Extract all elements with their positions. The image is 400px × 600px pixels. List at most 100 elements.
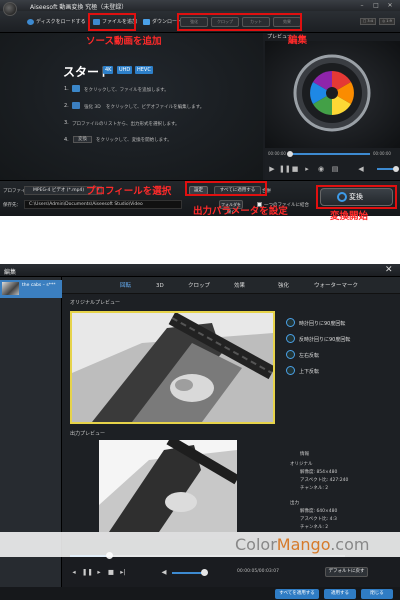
preview-player: 00:00:00 00:00:00 ▶ ❚❚ ■ ▸ ◉ ▤ ◀ bbox=[265, 148, 400, 180]
step-text: をクリックして、ファイルを追加します。 bbox=[84, 88, 169, 93]
watermark-text: ColorMango.com bbox=[235, 532, 369, 557]
next-frame-icon[interactable]: ▸ bbox=[95, 568, 103, 576]
watermark-part: Color bbox=[235, 535, 277, 554]
video-thumbnail bbox=[2, 282, 19, 295]
flip-vertical-icon[interactable] bbox=[286, 366, 295, 375]
rotate-cw-icon[interactable] bbox=[286, 318, 295, 327]
rotate-ccw-label[interactable]: 反時計回りに90度回転 bbox=[299, 336, 350, 343]
info-output-channel: チャンネル: 2 bbox=[300, 525, 329, 530]
app-logo-icon bbox=[3, 2, 17, 16]
info-output-resolution: 解像度: 640×480 bbox=[300, 509, 338, 514]
snapshot-button[interactable]: ◎ 1:9 bbox=[379, 18, 395, 25]
prev-frame-icon[interactable]: ◂ bbox=[70, 568, 78, 576]
rotate-ccw-icon[interactable] bbox=[286, 334, 295, 343]
next-frame-icon[interactable]: ▸ bbox=[303, 165, 311, 173]
time-current: 00:00:00 bbox=[268, 151, 286, 156]
play-icon[interactable]: ▶ bbox=[268, 165, 276, 173]
volume-icon[interactable]: ◀ bbox=[357, 165, 365, 173]
output-preview bbox=[99, 440, 237, 532]
rotate-cw-label[interactable]: 時計回りに90度回転 bbox=[299, 320, 345, 327]
seek-bar[interactable] bbox=[292, 153, 370, 155]
add-file-icon bbox=[72, 85, 80, 92]
edit-window-title: 編集 bbox=[4, 269, 17, 276]
edit-window: 編集 ✕ the cabs – s*** 回転 3D クロップ 効果 強化 ウォ… bbox=[0, 264, 400, 600]
profile-value: MPEG-4 ビデオ (*.mp4) bbox=[33, 188, 85, 193]
step-number: 2. bbox=[64, 103, 69, 109]
snapshot-icon[interactable]: ◉ bbox=[317, 165, 325, 173]
maximize-button[interactable]: □ bbox=[370, 2, 382, 9]
tab-3d[interactable]: 3D bbox=[156, 281, 164, 291]
preview-area bbox=[265, 41, 400, 148]
flip-horizontal-icon[interactable] bbox=[286, 350, 295, 359]
badge-4k: 4K bbox=[103, 66, 114, 74]
edit-icon bbox=[72, 102, 80, 109]
apply-button[interactable]: 適用する bbox=[324, 589, 356, 599]
annotation-start-convert: 変換開始 bbox=[330, 211, 369, 222]
close-button[interactable]: ✕ bbox=[384, 2, 396, 9]
info-original-heading: オリジナル bbox=[290, 462, 313, 467]
volume-icon[interactable]: ◀ bbox=[160, 568, 168, 576]
flip-horizontal-label[interactable]: 左右反転 bbox=[299, 352, 319, 359]
title-bar: Aiseesoft 動画変換 究極（未登録） – □ ✕ bbox=[0, 0, 400, 11]
preview-label: プレビュー bbox=[267, 34, 293, 40]
annotation-box-add-file bbox=[88, 13, 136, 31]
edit-tabs: 回転 3D クロップ 効果 強化 ウォーターマーク bbox=[62, 277, 400, 294]
file-name: the cabs – s*** bbox=[22, 283, 56, 288]
pause-icon[interactable]: ❚❚ bbox=[279, 165, 291, 173]
volume-handle[interactable] bbox=[201, 569, 208, 576]
folder-icon[interactable]: ▤ bbox=[331, 165, 339, 173]
output-preview-label: 出力プレビュー bbox=[70, 431, 106, 437]
tab-watermark[interactable]: ウォーターマーク bbox=[314, 281, 358, 291]
info-output-heading: 出力 bbox=[290, 501, 299, 506]
tab-enhance[interactable]: 強化 bbox=[278, 281, 289, 291]
restore-default-button[interactable]: デフォルトに戻す bbox=[325, 567, 368, 577]
original-preview bbox=[70, 311, 275, 424]
info-original-resolution: 解像度: 854×480 bbox=[300, 470, 338, 475]
load-disc-button[interactable]: ディスクをロードする bbox=[26, 16, 86, 28]
download-button[interactable]: ダウンロード bbox=[142, 16, 182, 28]
tab-rotate[interactable]: 回転 bbox=[120, 281, 131, 291]
step-number: 4. bbox=[64, 137, 69, 143]
flip-vertical-label[interactable]: 上下反転 bbox=[299, 368, 319, 375]
info-output-aspect: アスペクト比: 4:3 bbox=[300, 517, 337, 522]
seek-handle[interactable] bbox=[287, 151, 293, 157]
apply-all-button[interactable]: すべてを適用する bbox=[275, 589, 319, 599]
tab-crop[interactable]: クロップ bbox=[188, 281, 210, 291]
stop-icon[interactable]: ■ bbox=[291, 165, 299, 173]
output-video-frame bbox=[99, 440, 237, 532]
file-list-item[interactable]: the cabs – s*** bbox=[0, 280, 62, 298]
step-mid: 強化 3D bbox=[84, 105, 101, 110]
download-icon bbox=[143, 19, 150, 25]
badge-hevc: HEVC bbox=[135, 66, 153, 74]
window-title: Aiseesoft 動画変換 究極（未登録） bbox=[30, 4, 128, 11]
info-original-channel: チャンネル: 2 bbox=[300, 486, 329, 491]
annotation-box-convert bbox=[316, 185, 397, 209]
annotation-output-params: 出力パラメータを設定 bbox=[193, 206, 288, 217]
load-disc-label: ディスクをロードする bbox=[36, 19, 86, 25]
time-display: 00:00:05/00:03:07 bbox=[237, 569, 279, 574]
time-total: 00:00:00 bbox=[373, 151, 391, 156]
close-button[interactable]: 閉じる bbox=[361, 589, 393, 599]
guitar-video-frame bbox=[72, 313, 273, 422]
stop-icon[interactable]: ■ bbox=[107, 568, 115, 576]
annotation-box-profile bbox=[185, 181, 267, 196]
volume-handle[interactable] bbox=[393, 166, 399, 172]
step-convert-chip: 変換 bbox=[73, 136, 92, 143]
watermark-part: .com bbox=[330, 535, 370, 554]
info-heading: 情報 bbox=[300, 452, 309, 457]
disc-icon bbox=[27, 19, 34, 25]
annotation-edit: 編集 bbox=[288, 35, 308, 46]
minimize-button[interactable]: – bbox=[356, 2, 368, 9]
end-icon[interactable]: ▸| bbox=[119, 568, 127, 576]
annotation-box-edit bbox=[177, 13, 302, 31]
tab-effect[interactable]: 効果 bbox=[234, 281, 245, 291]
annotation-select-profile: プロフィールを選択 bbox=[86, 186, 172, 197]
pause-icon[interactable]: ❚❚ bbox=[82, 568, 93, 576]
destination-path[interactable]: C:\Users\Admin\Documents\Aiseesoft Studi… bbox=[24, 200, 182, 209]
step-text: をクリックして、変換を開始します。 bbox=[96, 138, 172, 143]
close-icon[interactable]: ✕ bbox=[385, 265, 393, 275]
annotation-add-source: ソース動画を追加 bbox=[86, 36, 162, 47]
watermark-part: Mango bbox=[276, 535, 331, 554]
aspect-button[interactable]: □ 3:4 bbox=[360, 18, 376, 25]
step-number: 3. bbox=[64, 120, 69, 126]
